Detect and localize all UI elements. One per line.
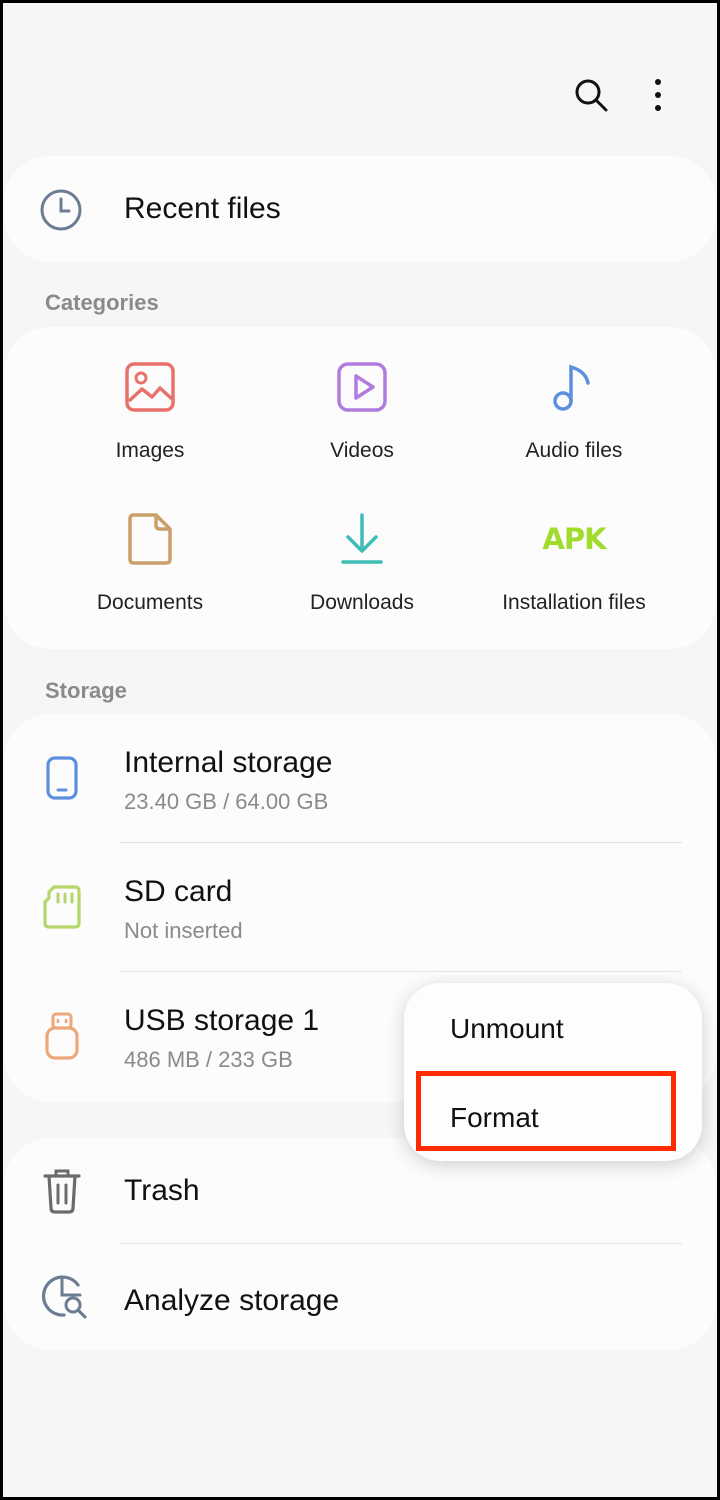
more-options-icon[interactable] (640, 72, 676, 118)
sd-card-icon (40, 883, 84, 931)
menu-item-unmount[interactable]: Unmount (450, 1013, 564, 1045)
category-downloads[interactable]: Downloads (256, 509, 468, 615)
category-label: Videos (330, 439, 394, 462)
storage-item-status: Not inserted (124, 918, 243, 943)
category-label: Downloads (310, 591, 414, 614)
categories-header: Categories (45, 290, 159, 315)
image-icon (44, 357, 256, 417)
format-highlight-box (416, 1071, 676, 1151)
storage-item-title: USB storage 1 (124, 1004, 320, 1037)
storage-item-sd-card[interactable]: SD card Not inserted (4, 843, 716, 971)
search-icon[interactable] (568, 72, 614, 118)
category-label: Installation files (502, 591, 646, 614)
category-documents[interactable]: Documents (44, 509, 256, 615)
phone-icon (40, 754, 84, 802)
category-videos[interactable]: Videos (256, 357, 468, 463)
usb-icon (40, 1010, 84, 1062)
category-label: Documents (96, 591, 204, 614)
video-icon (256, 357, 468, 417)
storage-item-usage: 23.40 GB / 64.00 GB (124, 789, 329, 814)
category-images[interactable]: Images (44, 357, 256, 463)
music-note-icon (468, 357, 680, 417)
analyze-storage-item[interactable]: Analyze storage (4, 1244, 716, 1350)
storage-item-title: SD card (124, 875, 233, 908)
trash-label: Trash (124, 1174, 200, 1207)
category-label: Images (115, 439, 185, 462)
document-icon (44, 509, 256, 569)
storage-item-title: Internal storage (124, 746, 333, 779)
download-icon (256, 509, 468, 569)
analyze-storage-icon (40, 1272, 90, 1322)
clock-icon (38, 187, 84, 233)
apk-icon: APK (468, 509, 680, 569)
category-installation-files[interactable]: APK Installation files (468, 509, 680, 615)
tools-card: Trash Analyze storage (4, 1138, 716, 1350)
apk-icon-text: APK (542, 522, 606, 556)
recent-files-label: Recent files (124, 192, 281, 225)
category-label: Audio files (525, 439, 623, 462)
storage-header: Storage (45, 678, 127, 703)
trash-icon (40, 1166, 84, 1216)
recent-files-card[interactable]: Recent files (4, 156, 716, 262)
analyze-storage-label: Analyze storage (124, 1284, 340, 1317)
storage-item-internal[interactable]: Internal storage 23.40 GB / 64.00 GB (4, 714, 716, 842)
categories-card: Images Videos Audio files Documents Down… (4, 327, 716, 649)
category-audio-files[interactable]: Audio files (468, 357, 680, 463)
storage-item-usage: 486 MB / 233 GB (124, 1047, 293, 1072)
